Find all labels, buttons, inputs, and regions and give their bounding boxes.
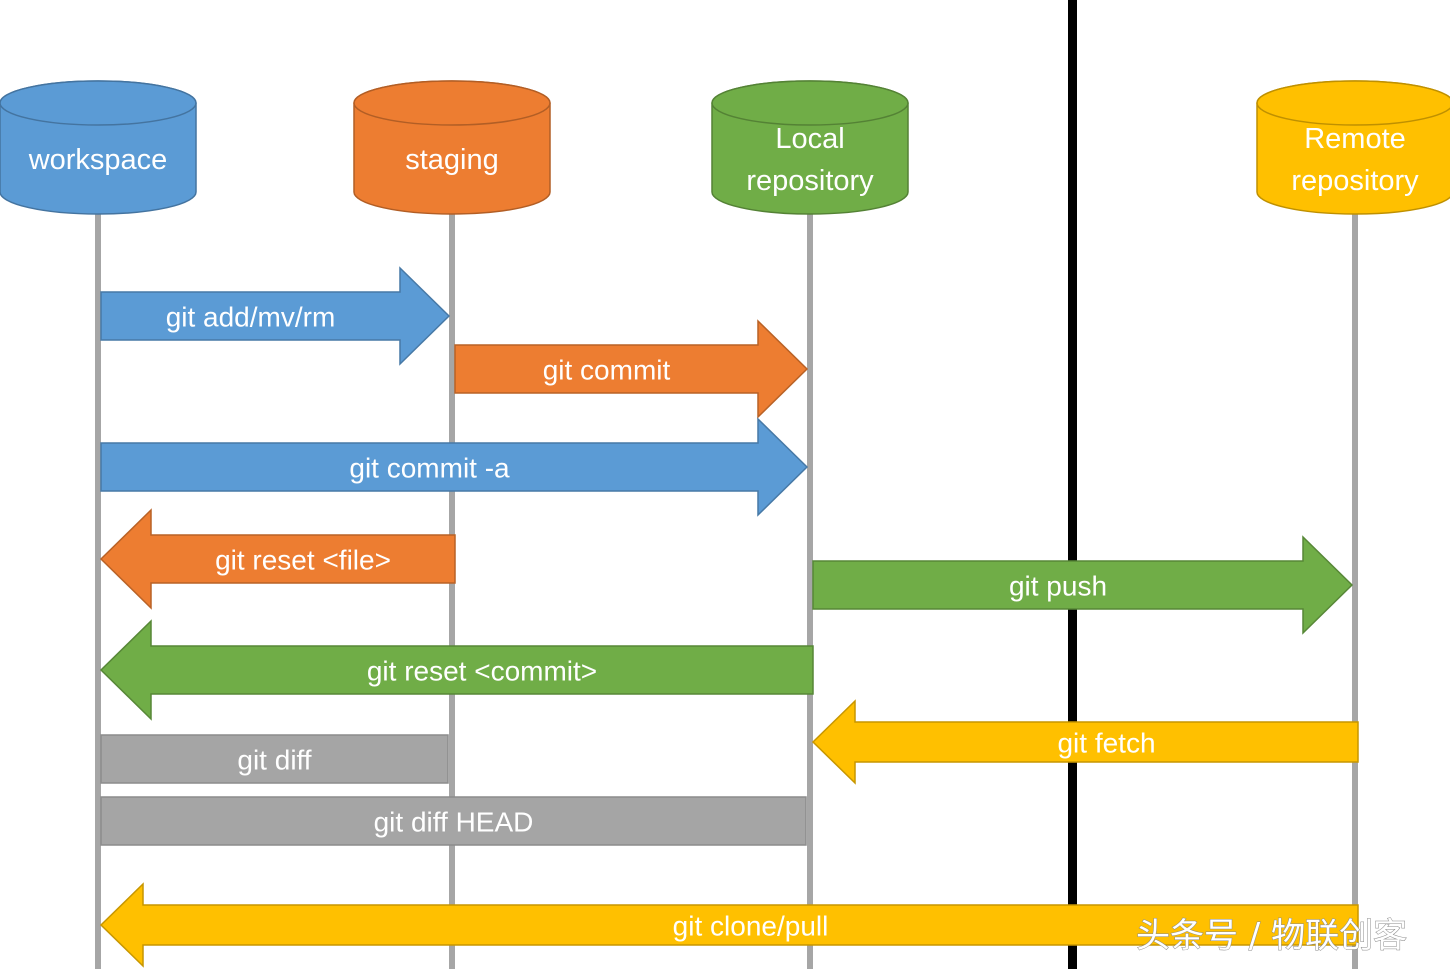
command-git-diff: git diff: [100, 734, 449, 784]
git-workflow-diagram: workspace staging Local repository Remote rep…: [0, 0, 1450, 969]
command-git-reset-file: git reset <file>: [99, 508, 456, 610]
cylinder-top: [0, 80, 197, 126]
node-label: workspace: [28, 144, 168, 176]
node-label: repository: [746, 165, 874, 197]
command-label: git add/mv/rm: [166, 302, 336, 333]
node-label: Local: [775, 123, 844, 155]
command-label: git diff HEAD: [374, 807, 534, 838]
node-workspace: workspace: [0, 80, 197, 215]
command-label: git reset <file>: [215, 545, 391, 576]
watermark: 头条号 / 物联创客: [1136, 916, 1407, 956]
node-label: staging: [405, 144, 499, 176]
command-label: git commit: [543, 355, 671, 386]
network-divider: [1068, 0, 1077, 969]
command-git-fetch: git fetch: [811, 699, 1359, 785]
command-git-commit: git commit: [454, 319, 809, 419]
node-label: Remote: [1304, 123, 1406, 155]
lifeline-staging: [449, 200, 455, 969]
command-git-add-mv-rm: git add/mv/rm: [100, 266, 451, 366]
lifeline-local: [807, 200, 813, 969]
cylinder-top: [711, 80, 909, 126]
node-local: Local repository: [711, 80, 909, 215]
command-git-push: git push: [812, 535, 1354, 635]
command-label: git fetch: [1057, 728, 1155, 759]
cylinder-top: [1256, 80, 1450, 126]
command-label: git push: [1009, 571, 1107, 602]
node-remote: Remote repository: [1256, 80, 1450, 215]
command-label: git commit -a: [349, 453, 510, 484]
node-label: repository: [1291, 165, 1419, 197]
command-label: git clone/pull: [673, 911, 829, 942]
lifeline-remote: [1352, 200, 1358, 969]
node-staging: staging: [353, 80, 551, 215]
cylinder-top: [353, 80, 551, 126]
command-label: git reset <commit>: [367, 656, 597, 687]
command-git-diff-head: git diff HEAD: [100, 796, 807, 846]
command-label: git diff: [237, 745, 311, 776]
lifeline-workspace: [95, 200, 101, 969]
command-git-reset-commit: git reset <commit>: [99, 619, 814, 721]
